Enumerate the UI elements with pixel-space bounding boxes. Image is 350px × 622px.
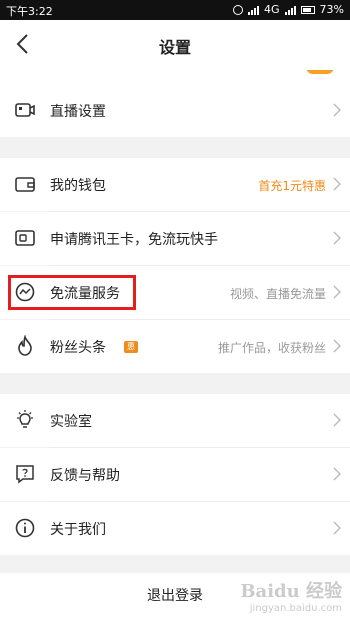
info-icon bbox=[15, 518, 35, 538]
network-type: 4G bbox=[264, 3, 280, 16]
status-indicators: 4G 73% bbox=[233, 3, 344, 16]
settings-item-label: 反馈与帮助 bbox=[50, 468, 120, 484]
toggle-switch-fragment bbox=[306, 70, 334, 74]
chevron-right-icon bbox=[333, 285, 341, 299]
settings-item-live[interactable]: 直播设置 bbox=[0, 84, 350, 137]
chevron-right-icon bbox=[333, 103, 341, 117]
alarm-icon bbox=[233, 4, 244, 15]
settings-item-value: 首充1元特惠 bbox=[258, 179, 326, 193]
settings-item-wangka[interactable]: 申请腾讯王卡，免流玩快手 bbox=[0, 212, 350, 265]
settings-item-lab[interactable]: 实验室 bbox=[0, 394, 350, 447]
chevron-right-icon bbox=[333, 413, 341, 427]
watermark-url: jingyan.baidu.com bbox=[249, 603, 342, 614]
highlight-box bbox=[8, 275, 136, 310]
watermark-logo: Baidu 经验 bbox=[240, 581, 342, 602]
promo-badge: 惠 bbox=[124, 341, 138, 353]
battery-level: 73% bbox=[319, 3, 344, 16]
chevron-right-icon bbox=[333, 339, 341, 353]
page-title: 设置 bbox=[158, 38, 191, 57]
lightbulb-icon bbox=[17, 410, 33, 428]
chevron-right-icon bbox=[333, 231, 341, 245]
settings-item-label: 粉丝头条 bbox=[50, 340, 106, 356]
signal-icon-2 bbox=[284, 5, 296, 15]
settings-item-label: 申请腾讯王卡，免流玩快手 bbox=[50, 232, 218, 248]
settings-item-fan-headline[interactable]: 粉丝头条 惠 推广作品，收获粉丝 bbox=[0, 320, 350, 373]
signal-icon bbox=[248, 5, 260, 15]
battery-icon bbox=[300, 5, 315, 14]
settings-item-value: 视频、直播免流量 bbox=[229, 287, 326, 301]
help-bubble-icon bbox=[16, 465, 34, 484]
wallet-icon bbox=[15, 177, 35, 192]
watermark: Baidu 经验 jingyan.baidu.com bbox=[240, 577, 342, 614]
previous-item-fragment bbox=[0, 70, 350, 84]
sim-card-icon bbox=[15, 230, 35, 246]
settings-item-label: 关于我们 bbox=[50, 522, 106, 538]
chevron-right-icon bbox=[333, 467, 341, 481]
chevron-right-icon bbox=[333, 177, 341, 191]
settings-item-label: 实验室 bbox=[50, 414, 92, 430]
settings-item-value: 推广作品，收获粉丝 bbox=[217, 341, 326, 355]
settings-item-wallet[interactable]: 我的钱包 首充1元特惠 bbox=[0, 158, 350, 211]
settings-item-feedback[interactable]: 反馈与帮助 bbox=[0, 448, 350, 501]
status-time: 下午3:22 bbox=[6, 5, 53, 18]
page-header: 设置 bbox=[0, 20, 350, 70]
flame-icon bbox=[18, 335, 32, 356]
settings-item-label: 直播设置 bbox=[50, 104, 106, 120]
chevron-right-icon bbox=[333, 521, 341, 535]
video-camera-icon bbox=[15, 103, 35, 117]
settings-item-label: 我的钱包 bbox=[50, 178, 106, 194]
status-bar: 下午3:22 4G 73% bbox=[0, 0, 350, 20]
settings-item-about[interactable]: 关于我们 bbox=[0, 502, 350, 555]
